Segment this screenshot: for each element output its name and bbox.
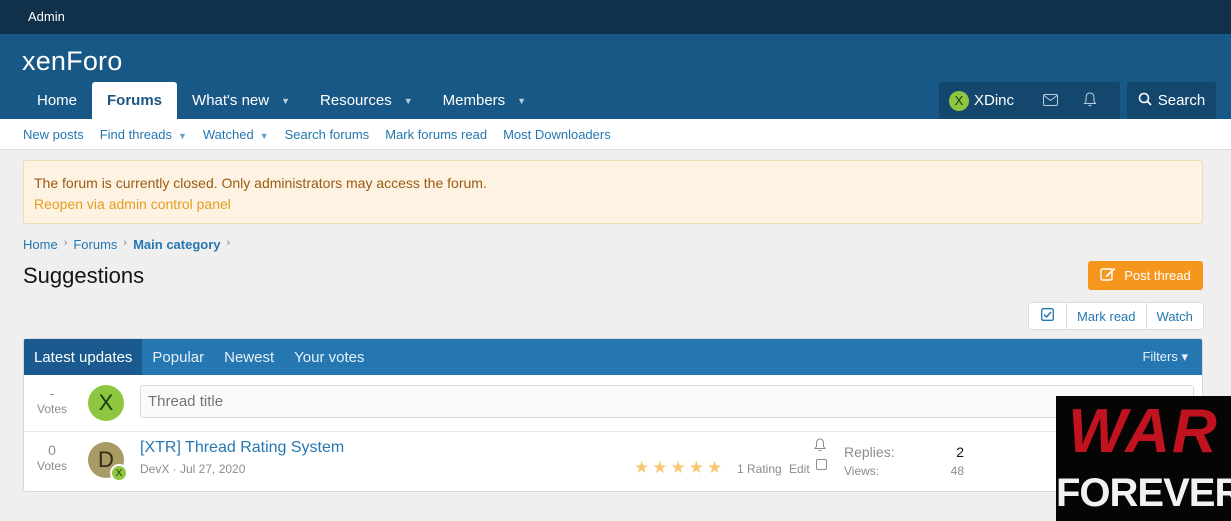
chevron-down-icon[interactable]: ▼ (281, 96, 290, 106)
envelope-icon[interactable] (1030, 93, 1070, 109)
subnav-new-posts[interactable]: New posts (15, 127, 92, 142)
edit-icon (1100, 267, 1116, 284)
watermark-line-2: FOREVER (1056, 471, 1231, 515)
mark-read-button[interactable]: Mark read (1066, 303, 1146, 329)
nav-tab-home[interactable]: Home (22, 82, 92, 119)
thread-list-block: Latest updates Popular Newest Your votes… (23, 338, 1203, 492)
breadcrumb-main-category[interactable]: Main category (133, 237, 220, 252)
nav-tab-whats-new[interactable]: What's new ▼ (177, 82, 305, 119)
select-threads-button[interactable] (1029, 303, 1066, 329)
subnav-mark-forums-read[interactable]: Mark forums read (377, 127, 495, 142)
subnav-find-threads[interactable]: Find threads ▼ (92, 127, 195, 142)
admin-bar: Admin (0, 0, 1231, 34)
user-area: X XDinc (938, 82, 1120, 119)
avatar-badge[interactable]: X (110, 464, 128, 482)
tab-latest-updates[interactable]: Latest updates (24, 339, 143, 375)
reopen-link[interactable]: Reopen via admin control panel (34, 194, 1192, 215)
star-icon[interactable]: ★ (689, 458, 707, 477)
star-icon[interactable]: ★ (707, 458, 725, 477)
replies-count: 2 (956, 444, 964, 460)
forum-action-buttons: Mark read Watch (1028, 302, 1204, 330)
thread-tabs: Latest updates Popular Newest Your votes… (24, 339, 1202, 375)
vote-count: 0 (48, 442, 56, 458)
watch-button[interactable]: Watch (1145, 303, 1203, 329)
user-name-link[interactable]: XDinc (974, 92, 1014, 109)
replies-label: Replies: (844, 444, 895, 460)
thread-title-link[interactable]: [XTR] Thread Rating System (140, 439, 344, 457)
war-forever-watermark: WAR FOREVER (1056, 396, 1231, 521)
subnav-search-forums[interactable]: Search forums (277, 127, 378, 142)
watermark-line-1: WAR (1068, 397, 1219, 466)
chevron-down-icon[interactable]: ▼ (178, 131, 187, 141)
nav-tab-members[interactable]: Members ▼ (428, 82, 541, 119)
forum-closed-notice: The forum is currently closed. Only admi… (23, 160, 1203, 224)
search-button[interactable]: Search (1127, 82, 1216, 119)
votes-cell: 0 Votes (24, 442, 80, 474)
tab-newest[interactable]: Newest (214, 339, 284, 375)
chevron-down-icon[interactable]: ▼ (517, 96, 526, 106)
page-title: Suggestions (23, 263, 145, 288)
user-avatar[interactable]: X (948, 90, 969, 111)
search-label: Search (1157, 92, 1206, 109)
subnav-watched[interactable]: Watched ▼ (195, 127, 277, 142)
views-label: Views: (844, 464, 880, 478)
breadcrumb: Home › Forums › Main category › (23, 237, 230, 252)
select-thread-checkbox[interactable] (816, 459, 827, 470)
edit-link[interactable]: Edit (789, 462, 810, 476)
notice-message: The forum is currently closed. Only admi… (34, 175, 487, 191)
views-count: 48 (950, 464, 964, 478)
thread-author-date[interactable]: DevX · Jul 27, 2020 (140, 462, 245, 476)
bell-icon[interactable] (814, 438, 826, 455)
rating-count: 1 Rating (737, 462, 782, 476)
star-icon[interactable]: ★ (634, 458, 652, 477)
chevron-right-icon: › (123, 237, 128, 249)
chevron-down-icon[interactable]: ▼ (404, 96, 413, 106)
table-row: 0 Votes D X [XTR] Thread Rating System D… (24, 432, 1202, 489)
main-nav: Home Forums What's new ▼ Resources ▼ Membe… (22, 82, 541, 119)
chevron-right-icon: › (63, 237, 68, 249)
tab-your-votes[interactable]: Your votes (284, 339, 374, 375)
breadcrumb-forums[interactable]: Forums (73, 237, 117, 252)
votes-label: Votes (36, 402, 68, 416)
admin-link[interactable]: Admin (28, 9, 65, 24)
filters-button[interactable]: Filters ▾ (1142, 349, 1188, 365)
avatar[interactable]: X (88, 385, 124, 421)
tab-popular[interactable]: Popular (142, 339, 214, 375)
bell-icon[interactable] (1070, 91, 1110, 110)
votes-label: Votes (36, 459, 68, 473)
subnav-most-downloaders[interactable]: Most Downloaders (495, 127, 619, 142)
breadcrumb-home[interactable]: Home (23, 237, 58, 252)
star-icon[interactable]: ★ (652, 458, 670, 477)
search-icon (1138, 92, 1152, 110)
site-logo[interactable]: xenForo (22, 46, 122, 77)
checkbox-icon (1041, 308, 1054, 324)
post-thread-button[interactable]: Post thread (1088, 261, 1203, 290)
chevron-right-icon: › (226, 237, 231, 249)
thread-title-input[interactable] (140, 385, 1194, 418)
sub-nav: New posts Find threads ▼ Watched ▼ Search … (0, 119, 1231, 150)
star-rating[interactable]: ★★★★★ (634, 458, 725, 478)
star-icon[interactable]: ★ (671, 458, 689, 477)
chevron-down-icon: ▾ (1181, 349, 1188, 364)
votes-cell: - Votes (24, 385, 80, 417)
vote-count: - (49, 385, 55, 401)
nav-tab-resources[interactable]: Resources ▼ (305, 82, 428, 119)
new-thread-row: - Votes X (24, 375, 1202, 432)
site-header: xenForo Home Forums What's new ▼ Resource… (0, 34, 1231, 119)
post-thread-label: Post thread (1124, 268, 1191, 283)
chevron-down-icon[interactable]: ▼ (260, 131, 269, 141)
nav-tab-forums[interactable]: Forums (92, 82, 178, 119)
